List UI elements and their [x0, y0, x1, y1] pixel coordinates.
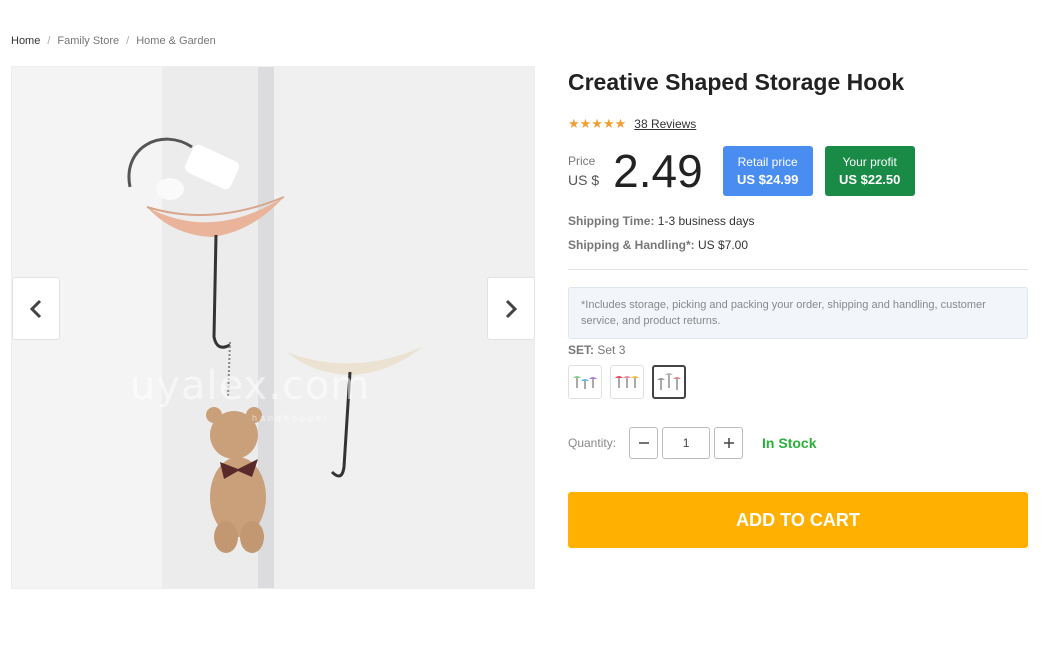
set-value: Set 3	[597, 343, 626, 357]
profit-label: Your profit	[842, 155, 897, 169]
quantity-input[interactable]	[662, 427, 711, 459]
shipping-note: *Includes storage, picking and packing y…	[568, 287, 1028, 339]
shipping-handling-label: Shipping & Handling*:	[568, 238, 695, 252]
product-image-gallery: uyalex.com handhopper	[11, 66, 535, 589]
product-title: Creative Shaped Storage Hook	[568, 69, 905, 95]
chevron-right-icon	[505, 299, 518, 318]
shipping-handling: Shipping & Handling*: US $7.00	[568, 238, 1028, 252]
quantity-increase-button[interactable]	[714, 427, 744, 459]
currency-label: US $	[568, 172, 600, 188]
retail-price-label: Retail price	[737, 155, 798, 169]
retail-price-badge: Retail price US $24.99	[722, 146, 813, 196]
rating-stars-icon: ★★★★★	[568, 116, 627, 131]
umbrella-hooks-icon	[573, 376, 597, 389]
price-labels: Price US $	[568, 154, 599, 188]
set-swatches	[568, 365, 1028, 399]
stock-status: In Stock	[762, 435, 817, 451]
divider	[568, 269, 1028, 270]
breadcrumb-family-store[interactable]: Family Store	[57, 35, 119, 47]
profit-badge: Your profit US $22.50	[824, 146, 915, 196]
set-label: SET:	[568, 343, 595, 357]
quantity-decrease-button[interactable]	[629, 427, 659, 459]
umbrella-hooks-icon	[615, 376, 639, 388]
reviews-link[interactable]: 38 Reviews	[634, 117, 696, 131]
quantity-row: Quantity: In Stock	[568, 427, 1028, 459]
quantity-label: Quantity:	[568, 436, 617, 450]
minus-icon	[638, 442, 649, 444]
plus-icon	[723, 438, 734, 448]
set-selector-label: SET: Set 3	[568, 343, 1028, 357]
product-image	[12, 67, 534, 588]
chevron-left-icon	[29, 299, 42, 318]
price-row: Price US $ 2.49 Retail price US $24.99 Y…	[568, 146, 1028, 196]
shipping-handling-value: US $7.00	[698, 238, 749, 252]
profit-value: US $22.50	[838, 172, 901, 187]
set-option-3-selected[interactable]	[652, 365, 686, 399]
breadcrumb-home[interactable]: Home	[11, 35, 40, 47]
retail-price-value: US $24.99	[736, 172, 799, 187]
next-image-button[interactable]	[487, 277, 535, 340]
set-option-2[interactable]	[610, 365, 644, 399]
umbrella-hooks-icon	[657, 373, 681, 390]
breadcrumb-separator: /	[126, 35, 130, 47]
add-to-cart-button[interactable]: ADD TO CART	[568, 492, 1028, 548]
shipping-time: Shipping Time: 1-3 business days	[568, 214, 1028, 228]
breadcrumb: Home / Family Store / Home & Garden	[11, 35, 216, 47]
breadcrumb-home-garden[interactable]: Home & Garden	[136, 35, 215, 47]
price-value: 2.49	[613, 145, 703, 197]
previous-image-button[interactable]	[12, 277, 60, 340]
shipping-time-label: Shipping Time:	[568, 214, 655, 228]
breadcrumb-separator: /	[47, 35, 51, 47]
price-label: Price	[568, 154, 596, 168]
shipping-time-value: 1-3 business days	[657, 214, 755, 228]
set-option-1[interactable]	[568, 365, 602, 399]
product-rating: ★★★★★ 38 Reviews	[568, 116, 1028, 132]
product-info: Creative Shaped Storage Hook ★★★★★ 38 Re…	[568, 66, 1028, 548]
